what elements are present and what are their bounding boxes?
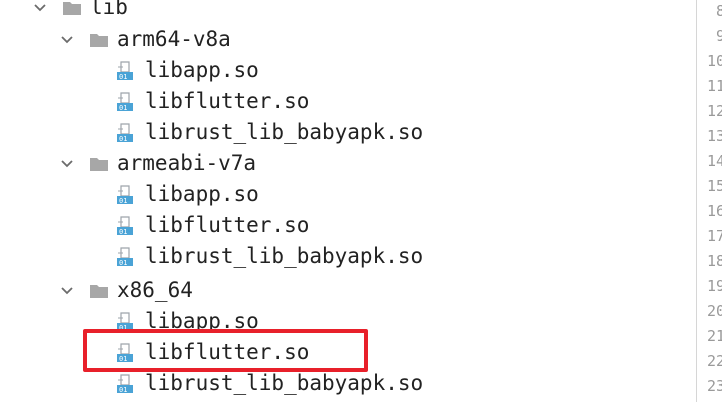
folder-icon xyxy=(63,2,81,15)
tree-label: libapp.so xyxy=(145,182,259,206)
line-number: 9 xyxy=(716,24,722,49)
svg-text:01: 01 xyxy=(119,73,127,81)
line-number: 17 xyxy=(706,227,722,245)
tree-label: librust_lib_babyapk.so xyxy=(145,244,424,268)
binary-file-icon: 01 xyxy=(117,185,133,205)
folder-icon xyxy=(90,285,108,298)
binary-file-icon: 01 xyxy=(117,123,133,143)
line-number: 11 xyxy=(706,77,722,95)
chevron-down-icon[interactable] xyxy=(33,1,47,15)
file-tree: lib arm64-v8a 01 libapp.so 01 libflutter… xyxy=(0,0,696,402)
highlight-box xyxy=(83,329,368,372)
chevron-down-icon[interactable] xyxy=(60,33,74,47)
binary-file-icon: 01 xyxy=(117,374,133,394)
tree-row-file[interactable]: 01 librust_lib_babyapk.so xyxy=(0,117,690,148)
tree-label: libflutter.so xyxy=(145,89,310,113)
chevron-down-icon[interactable] xyxy=(60,157,74,171)
project-tree-view: lib arm64-v8a 01 libapp.so 01 libflutter… xyxy=(0,0,722,402)
tree-row-folder[interactable]: x86_64 xyxy=(0,275,690,306)
folder-icon xyxy=(90,34,108,47)
tree-row-file[interactable]: 01 librust_lib_babyapk.so xyxy=(0,241,690,272)
svg-text:01: 01 xyxy=(119,104,127,112)
line-number: 8 xyxy=(716,0,722,24)
tree-label: armeabi-v7a xyxy=(117,151,257,175)
tree-row-folder[interactable]: arm64-v8a xyxy=(0,24,690,55)
tree-label: libflutter.so xyxy=(145,213,310,237)
tree-label: librust_lib_babyapk.so xyxy=(145,371,424,395)
tree-label: x86_64 xyxy=(117,278,193,302)
svg-text:01: 01 xyxy=(119,197,127,205)
tree-row-file[interactable]: 01 libapp.so xyxy=(0,179,690,210)
line-number: 16 xyxy=(706,202,722,220)
binary-file-icon: 01 xyxy=(117,216,133,236)
editor-line-gutter: 89 10 11 12 13 14 15 16 17 18 19 20 21 22 23 xyxy=(696,0,722,402)
tree-row-file[interactable]: 01 libapp.so xyxy=(0,55,690,86)
binary-file-icon: 01 xyxy=(117,92,133,112)
tree-row-folder[interactable]: armeabi-v7a xyxy=(0,148,690,179)
svg-text:01: 01 xyxy=(119,135,127,143)
tree-row-file[interactable]: 01 librust_lib_babyapk.so xyxy=(0,368,690,399)
line-number: 19 xyxy=(706,277,722,295)
line-number: 18 xyxy=(706,252,722,270)
line-number: 14 xyxy=(706,152,722,170)
line-number: 13 xyxy=(706,127,722,145)
binary-file-icon: 01 xyxy=(117,61,133,81)
svg-text:01: 01 xyxy=(119,386,127,394)
tree-row-file[interactable]: 01 libflutter.so xyxy=(0,86,690,117)
line-number: 22 xyxy=(706,352,722,370)
tree-label: lib xyxy=(90,0,128,19)
folder-icon xyxy=(90,158,108,171)
line-number: 21 xyxy=(706,327,722,345)
line-number: 23 xyxy=(706,377,722,395)
line-number: 20 xyxy=(706,302,722,320)
line-number: 12 xyxy=(706,102,722,120)
tree-row-lib[interactable]: lib xyxy=(0,0,690,23)
tree-label: arm64-v8a xyxy=(117,27,231,51)
svg-text:01: 01 xyxy=(119,259,127,267)
tree-row-file[interactable]: 01 libflutter.so xyxy=(0,210,690,241)
line-number: 15 xyxy=(706,177,722,195)
tree-label: libapp.so xyxy=(145,58,259,82)
svg-text:01: 01 xyxy=(119,228,127,236)
tree-label: librust_lib_babyapk.so xyxy=(145,120,424,144)
line-number: 10 xyxy=(706,52,722,70)
binary-file-icon: 01 xyxy=(117,247,133,267)
chevron-down-icon[interactable] xyxy=(60,284,74,298)
